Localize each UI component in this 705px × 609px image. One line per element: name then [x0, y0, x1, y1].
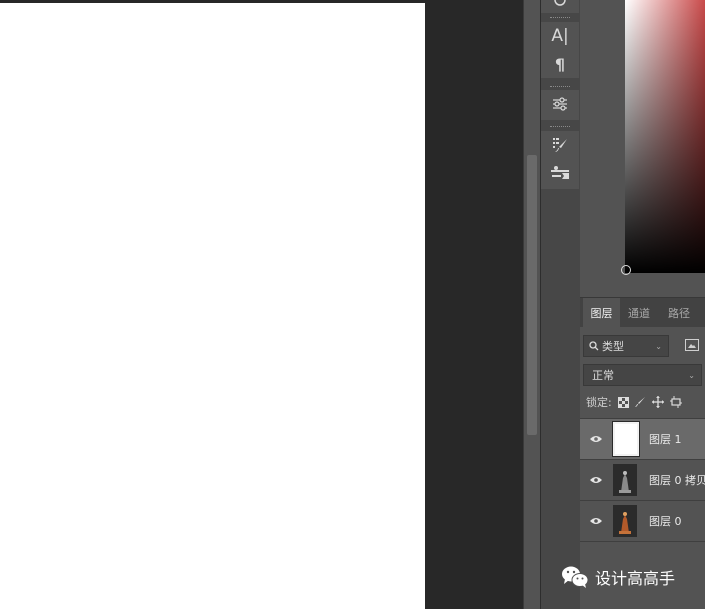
clone-source-icon[interactable]	[541, 159, 579, 187]
watermark-text: 设计高高手	[595, 569, 676, 588]
tab-layers[interactable]: 图层	[583, 298, 620, 327]
brush-settings-icon[interactable]	[541, 131, 579, 159]
tab-paths[interactable]: 路径	[658, 298, 700, 327]
visibility-eye-icon[interactable]	[589, 473, 603, 487]
layer-thumbnail-photo	[613, 505, 637, 537]
chevron-down-icon: ⌄	[655, 341, 662, 351]
lock-transparent-pixels-icon[interactable]	[617, 396, 629, 408]
chevron-down-icon: ⌄	[688, 370, 695, 380]
layer-list-divider	[580, 541, 705, 542]
panel-grip[interactable]	[550, 86, 570, 89]
scrollbar-thumb[interactable]	[527, 155, 537, 435]
pasteboard	[426, 0, 523, 609]
layer-thumbnail-photo	[613, 464, 637, 496]
filter-kind-label: 类型	[602, 340, 624, 353]
visibility-eye-icon[interactable]	[589, 514, 603, 528]
layer-row[interactable]: 图层 0 拷贝	[580, 459, 705, 500]
document-canvas[interactable]	[0, 3, 425, 609]
tab-channels[interactable]: 通道	[620, 298, 658, 327]
vertical-scrollbar[interactable]	[523, 0, 541, 609]
blend-mode-dropdown[interactable]: 正常 ⌄	[583, 364, 702, 386]
tool-group-type: A| ¶	[541, 22, 579, 78]
wechat-icon	[561, 565, 589, 589]
character-panel-icon[interactable]: A|	[541, 22, 579, 50]
panel-grip[interactable]	[550, 126, 570, 129]
lock-artboard-icon[interactable]	[669, 396, 682, 408]
layer-thumbnail-white	[613, 422, 639, 456]
layer-filter-dropdown[interactable]: 类型 ⌄	[583, 335, 669, 357]
adjustments-icon[interactable]	[541, 90, 579, 118]
layer-name[interactable]: 图层 1	[649, 431, 682, 447]
tool-group-history	[541, 0, 579, 13]
lock-row: 锁定:	[586, 393, 682, 411]
panel-grip[interactable]	[550, 17, 570, 20]
layer-name[interactable]: 图层 0 拷贝	[649, 472, 705, 488]
tool-group-brushes	[541, 131, 579, 189]
layer-row[interactable]: 图层 1	[580, 418, 705, 459]
history-icon[interactable]	[541, 0, 579, 14]
layer-name[interactable]: 图层 0	[649, 513, 682, 529]
image-filter-icon[interactable]	[685, 339, 699, 351]
lock-label: 锁定:	[586, 396, 612, 409]
color-picker-marker[interactable]	[621, 265, 631, 275]
canvas-area[interactable]	[0, 0, 426, 609]
lock-position-icon[interactable]	[651, 396, 664, 408]
paragraph-panel-icon[interactable]: ¶	[541, 50, 579, 78]
color-picker-field[interactable]	[625, 0, 705, 273]
search-icon	[589, 341, 599, 351]
blend-mode-label: 正常	[592, 369, 614, 382]
panel-icon-strip: A| ¶	[540, 0, 581, 609]
tool-group-adjustments	[541, 90, 579, 120]
layers-tab-bar: 图层 通道 路径	[580, 297, 705, 327]
lock-image-pixels-icon[interactable]	[634, 396, 646, 408]
layer-row[interactable]: 图层 0	[580, 500, 705, 541]
right-panels: 图层 通道 路径 类型 ⌄ 正常 ⌄ 锁定: 图层 1 图层 0 拷贝 图层 0	[580, 0, 705, 609]
visibility-eye-icon[interactable]	[589, 432, 603, 446]
watermark: 设计高高手	[561, 562, 675, 592]
